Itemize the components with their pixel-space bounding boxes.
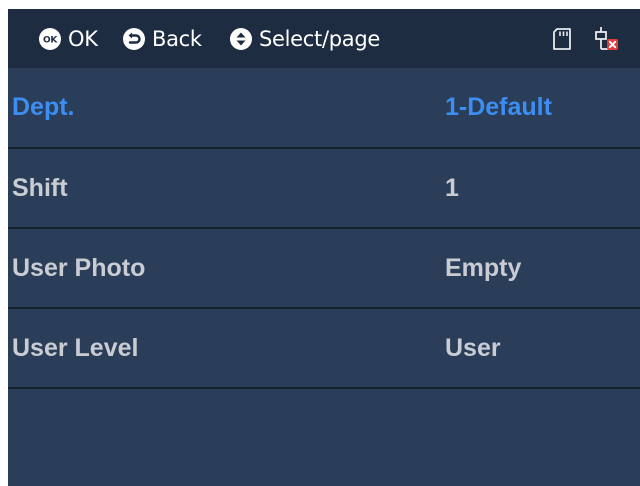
list-item-value: Empty [445,253,522,282]
up-down-icon [230,27,252,50]
back-arrow-icon [123,27,145,50]
list-item-label: User Level [12,333,139,362]
back-hint: Back [122,9,202,68]
list-item-label: Shift [12,173,68,202]
device-screen: OK OK Back Select/page Dept. 1-Default S… [8,9,640,486]
sd-card-icon [553,28,571,50]
list-item-user-photo[interactable]: User Photo Empty [8,229,640,309]
svg-text:OK: OK [43,35,58,45]
list-item-value: 1 [445,173,459,202]
network-disconnected-icon [595,27,618,50]
list-item-label: Dept. [12,93,75,121]
list-item-value: User [445,333,501,362]
ok-hint-label: OK [68,26,98,51]
select-page-hint: Select/page [229,9,380,68]
list-item-dept[interactable]: Dept. 1-Default [8,68,640,149]
hint-bar: OK OK Back Select/page [8,9,640,68]
list-item-shift[interactable]: Shift 1 [8,149,640,229]
select-page-hint-label: Select/page [259,26,381,51]
list-item-value: 1-Default [445,93,552,121]
ok-hint: OK OK [38,9,98,68]
settings-list: Dept. 1-Default Shift 1 User Photo Empty… [8,68,640,389]
back-hint-label: Back [152,26,202,51]
list-item-user-level[interactable]: User Level User [8,309,640,389]
ok-circle-icon: OK [39,27,61,50]
list-item-label: User Photo [12,253,146,282]
